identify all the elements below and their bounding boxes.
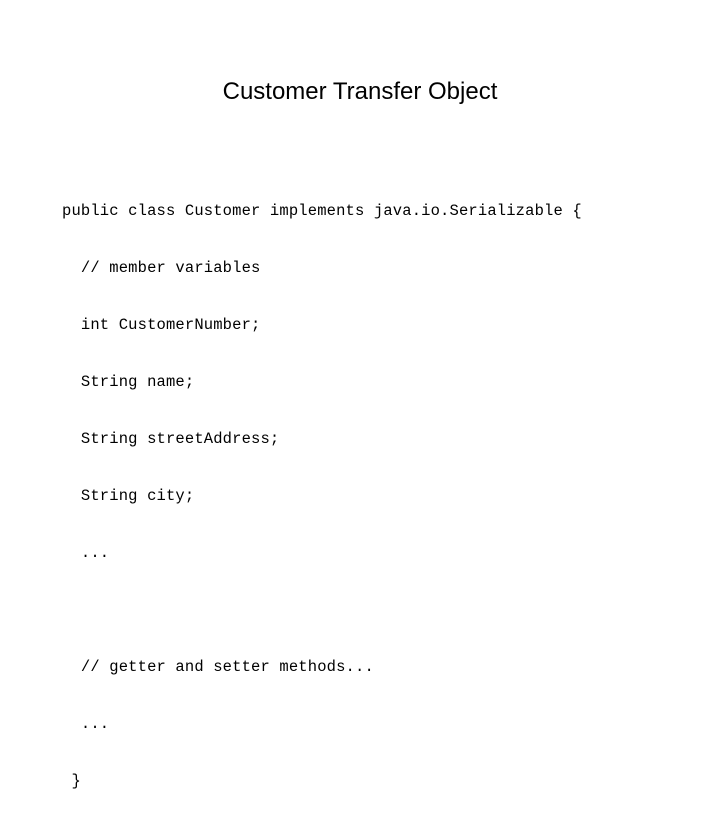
code-block: public class Customer implements java.io… [62, 164, 662, 829]
slide-canvas: Customer Transfer Object public class Cu… [0, 0, 720, 790]
code-line: public class Customer implements java.io… [62, 202, 582, 220]
code-line: String name; [62, 373, 195, 391]
code-line: int CustomerNumber; [62, 316, 261, 334]
code-line: ... [62, 715, 110, 733]
code-line: ... [62, 544, 110, 562]
code-line: // member variables [62, 259, 261, 277]
code-line: String streetAddress; [62, 430, 280, 448]
code-line: String city; [62, 487, 195, 505]
page-title: Customer Transfer Object [222, 78, 498, 105]
code-line: } [62, 772, 81, 790]
code-line: // getter and setter methods... [62, 658, 374, 676]
